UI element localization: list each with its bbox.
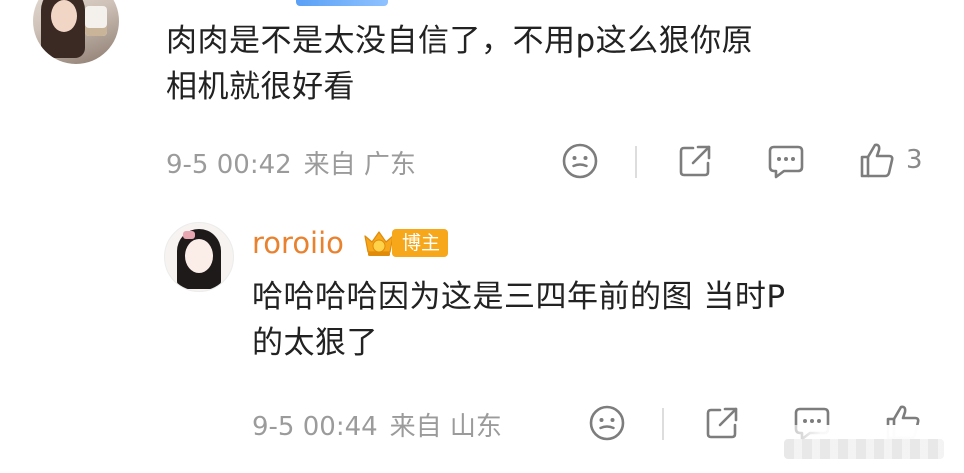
comment-location: 来自 广东 (303, 150, 416, 180)
divider (662, 408, 664, 440)
reply-emoji-react-button[interactable] (588, 404, 626, 442)
smile-icon (589, 405, 625, 441)
role-badge: 博主 (392, 229, 449, 257)
comment-timestamp: 9-5 00:42 (166, 150, 292, 180)
reply-username[interactable]: roroiio (252, 226, 344, 260)
reply-location: 来自 山东 (389, 412, 502, 442)
crown-icon (364, 231, 394, 256)
emoji-react-button[interactable] (561, 142, 599, 180)
share-icon (679, 145, 711, 177)
comment-text-line-1: 肉肉是不是太没自信了，不用p这么狠你原 (166, 23, 754, 59)
comment-meta: 9-5 00:42 来自 广东 (166, 144, 416, 181)
watermark (744, 425, 964, 473)
like-icon (860, 143, 894, 178)
share-button[interactable] (676, 142, 714, 180)
comment-thread: 肉肉是不是太没自信了，不用p这么狠你原 相机就很好看 9-5 00:42 来自 广… (0, 0, 964, 473)
reply-avatar[interactable] (164, 222, 234, 292)
like-button[interactable]: 3 (858, 140, 923, 180)
like-count: 3 (906, 145, 923, 175)
avatar[interactable] (33, 0, 119, 64)
smile-icon (562, 143, 598, 179)
reply-timestamp: 9-5 00:44 (252, 412, 378, 442)
reply-share-button[interactable] (703, 404, 741, 442)
reply-text: 哈哈哈哈因为这是三四年前的图 当时P 的太狠了 (252, 274, 932, 366)
comment-icon (768, 145, 804, 179)
comment-text-line-2: 相机就很好看 (166, 69, 355, 105)
share-icon (706, 407, 738, 439)
reply-text-line-2: 的太狠了 (252, 325, 378, 361)
comment-button[interactable] (766, 142, 806, 180)
author-badge: 博主 (362, 228, 449, 258)
comment-text: 肉肉是不是太没自信了，不用p这么狠你原 相机就很好看 (166, 18, 926, 110)
reply-text-line-1: 哈哈哈哈因为这是三四年前的图 当时P (252, 279, 786, 315)
reply-meta: 9-5 00:44 来自 山东 (252, 406, 502, 443)
divider (635, 146, 637, 178)
user-badge-strip (296, 0, 388, 6)
